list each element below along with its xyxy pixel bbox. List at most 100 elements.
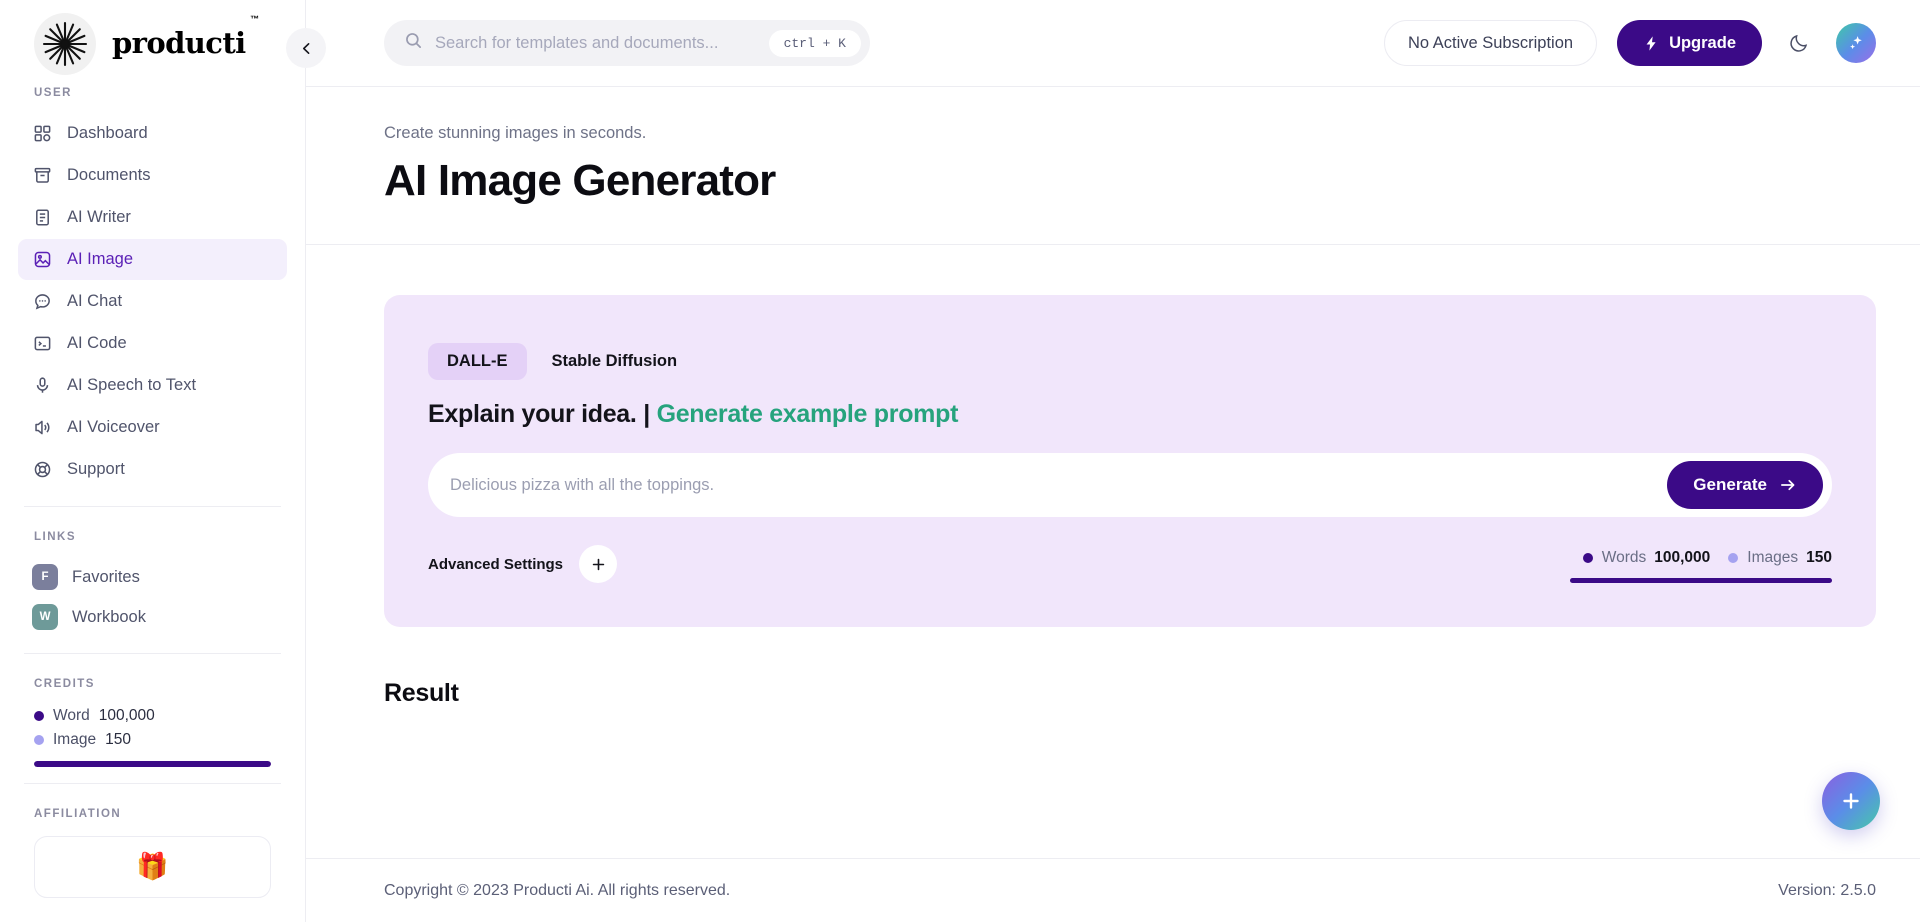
main-area: ctrl + K No Active Subscription Upgrade	[306, 0, 1920, 922]
sidebar-item-ai-writer[interactable]: AI Writer	[18, 197, 287, 238]
generator-credit-progress-bar	[1570, 578, 1832, 583]
words-credit-dot-icon	[1583, 553, 1593, 563]
subscription-status-button[interactable]: No Active Subscription	[1384, 20, 1597, 66]
idea-text: Explain your idea. |	[428, 400, 650, 428]
sidebar-credits: Word 100,000 Image 150	[0, 704, 305, 752]
sidebar-item-ai-speech-to-text[interactable]: AI Speech to Text	[18, 365, 287, 406]
advanced-settings-group: Advanced Settings	[428, 545, 617, 583]
sidebar-item-dashboard[interactable]: Dashboard	[18, 113, 287, 154]
sidebar-item-label: AI Chat	[67, 292, 122, 311]
advanced-settings-label: Advanced Settings	[428, 556, 563, 573]
plus-icon	[590, 556, 607, 573]
sidebar-item-label: Favorites	[72, 568, 140, 587]
result-heading: Result	[384, 679, 1876, 708]
terminal-icon	[32, 333, 53, 354]
sidebar-item-ai-chat[interactable]: AI Chat	[18, 281, 287, 322]
sidebar-nav: USER Dashboard	[0, 87, 305, 898]
content-divider	[306, 244, 1920, 245]
footer: Copyright © 2023 Producti Ai. All rights…	[306, 858, 1920, 922]
speaker-wave-icon	[32, 417, 53, 438]
credit-row-word: Word 100,000	[34, 704, 271, 728]
prompt-input[interactable]	[450, 476, 1667, 495]
arrow-right-icon	[1779, 476, 1797, 494]
generate-button[interactable]: Generate	[1667, 461, 1823, 509]
lifebuoy-icon	[32, 459, 53, 480]
section-label-credits: CREDITS	[0, 678, 305, 690]
images-credit-dot-icon	[1728, 553, 1738, 563]
topbar: ctrl + K No Active Subscription Upgrade	[306, 0, 1920, 87]
sidebar-item-label: Workbook	[72, 608, 146, 627]
model-tabs: DALL-E Stable Diffusion	[428, 343, 1832, 380]
generate-example-prompt-link[interactable]: Generate example prompt	[657, 400, 959, 428]
images-credit-label: Images	[1747, 549, 1798, 567]
sidebar-collapse-button[interactable]	[286, 28, 326, 68]
sidebar-item-support[interactable]: Support	[18, 449, 287, 490]
words-credit-label: Words	[1602, 549, 1647, 567]
sidebar-item-documents[interactable]: Documents	[18, 155, 287, 196]
sidebar: producti ™ USER Dashboard	[0, 0, 306, 922]
sidebar-credit-progress-bar	[34, 761, 271, 767]
sidebar-item-label: AI Writer	[67, 208, 131, 227]
avatar[interactable]	[1836, 23, 1876, 63]
image-icon	[32, 249, 53, 270]
gift-icon: 🎁	[47, 853, 258, 879]
brand[interactable]: producti ™	[0, 0, 305, 87]
grid-icon	[32, 123, 53, 144]
trademark-symbol: ™	[250, 15, 258, 24]
word-credit-value: 100,000	[99, 707, 155, 725]
search-bar[interactable]: ctrl + K	[384, 20, 870, 66]
sidebar-item-workbook[interactable]: W Workbook	[18, 597, 287, 637]
brand-wordmark: producti ™	[112, 29, 246, 58]
workbook-badge-icon: W	[32, 604, 58, 630]
topbar-right-controls: No Active Subscription Upgrade	[1384, 20, 1876, 66]
page-subtitle: Create stunning images in seconds.	[384, 124, 1876, 143]
footer-copyright: Copyright © 2023 Producti Ai. All rights…	[384, 882, 730, 900]
sidebar-item-label: Documents	[67, 166, 150, 185]
words-credit-value: 100,000	[1654, 549, 1710, 567]
sidebar-item-label: AI Speech to Text	[67, 376, 196, 395]
image-credit-dot-icon	[34, 735, 44, 745]
plus-icon	[1839, 789, 1863, 813]
generator-card-footer: Advanced Settings Words 100,000	[428, 545, 1832, 583]
sidebar-item-ai-voiceover[interactable]: AI Voiceover	[18, 407, 287, 448]
microphone-icon	[32, 375, 53, 396]
search-icon	[404, 31, 423, 55]
sidebar-item-label: AI Voiceover	[67, 418, 160, 437]
word-credit-dot-icon	[34, 711, 44, 721]
sidebar-item-label: AI Code	[67, 334, 127, 353]
sunburst-logo-icon	[34, 13, 96, 75]
sidebar-item-ai-image[interactable]: AI Image	[18, 239, 287, 280]
section-label-links: LINKS	[0, 531, 305, 543]
sidebar-item-favorites[interactable]: F Favorites	[18, 557, 287, 597]
affiliation-card[interactable]: 🎁	[34, 836, 271, 898]
sparkles-icon	[1846, 33, 1866, 53]
nav-list-user: Dashboard Documents	[0, 113, 305, 490]
word-credit-label: Word	[53, 707, 90, 725]
prompt-row: Generate	[428, 453, 1832, 517]
advanced-settings-expand-button[interactable]	[579, 545, 617, 583]
image-credit-value: 150	[105, 731, 131, 749]
credit-row-image: Image 150	[34, 728, 271, 752]
search-input[interactable]	[435, 34, 757, 53]
image-credit-label: Image	[53, 731, 96, 749]
floating-action-button[interactable]	[1822, 772, 1880, 830]
upgrade-button[interactable]: Upgrade	[1617, 20, 1762, 66]
sidebar-item-label: AI Image	[67, 250, 133, 269]
sidebar-divider-2	[24, 653, 281, 654]
brand-name: producti	[112, 26, 246, 60]
sidebar-divider-3	[24, 783, 281, 784]
generator-credits: Words 100,000 Images 150	[1570, 549, 1832, 583]
tab-dall-e[interactable]: DALL-E	[428, 343, 527, 380]
section-label-affiliation: AFFILIATION	[0, 808, 305, 820]
search-shortcut-badge: ctrl + K	[769, 30, 861, 57]
theme-toggle-button[interactable]	[1782, 26, 1816, 60]
moon-icon	[1788, 32, 1810, 54]
chevron-left-icon	[298, 40, 315, 57]
sidebar-item-label: Dashboard	[67, 124, 148, 143]
document-text-icon	[32, 207, 53, 228]
chat-bubble-icon	[32, 291, 53, 312]
app-root: producti ™ USER Dashboard	[0, 0, 1920, 922]
tab-stable-diffusion[interactable]: Stable Diffusion	[533, 343, 697, 380]
favorites-badge-icon: F	[32, 564, 58, 590]
sidebar-item-ai-code[interactable]: AI Code	[18, 323, 287, 364]
